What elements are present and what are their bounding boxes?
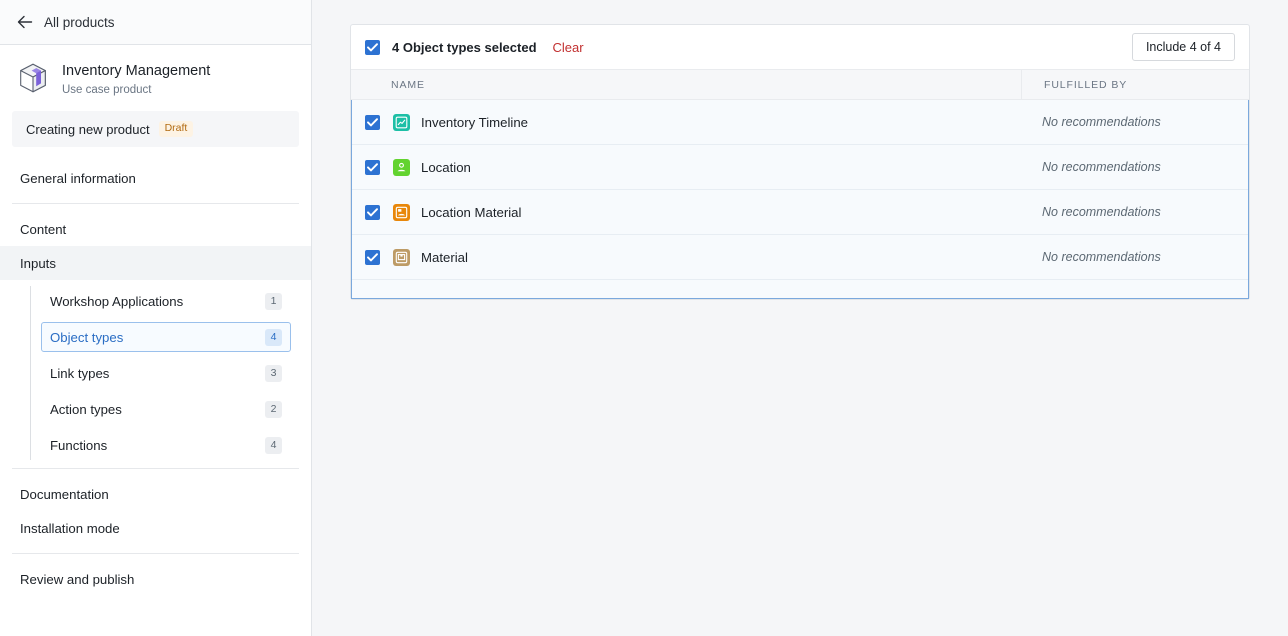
- table-header: NAME FULFILLED BY: [351, 70, 1249, 100]
- sidebar-item-workshop-applications[interactable]: Workshop Applications 1: [41, 286, 291, 316]
- location-pin-icon: [393, 158, 410, 176]
- table-row[interactable]: Location No recommendations: [352, 145, 1248, 190]
- creating-new-product-status[interactable]: Creating new product Draft: [12, 111, 299, 147]
- main-content: 4 Object types selected Clear Include 4 …: [312, 0, 1288, 636]
- material-box-icon: [393, 248, 410, 266]
- row-main: Material: [352, 248, 1020, 266]
- sidebar-subitem-label: Link types: [50, 365, 110, 381]
- table-row[interactable]: Inventory Timeline No recommendations: [352, 100, 1248, 145]
- sidebar-item-link-types[interactable]: Link types 3: [41, 358, 291, 388]
- sidebar: All products Inventory Management Use ca…: [0, 0, 312, 636]
- table-body: Inventory Timeline No recommendations Lo…: [351, 100, 1249, 299]
- product-title: Inventory Management: [62, 63, 211, 79]
- row-fulfilled-by: No recommendations: [1042, 250, 1161, 264]
- row-name: Material: [421, 249, 468, 265]
- sidebar-subitem-label: Functions: [50, 437, 108, 453]
- sidebar-subitem-count: 4: [265, 436, 282, 454]
- timeline-chart-glyph: [395, 116, 408, 128]
- table-row[interactable]: Location Material No recommendations: [352, 190, 1248, 235]
- sidebar-item-review-and-publish[interactable]: Review and publish: [0, 562, 311, 596]
- row-name: Inventory Timeline: [421, 114, 529, 130]
- row-checkbox[interactable]: [365, 204, 380, 220]
- nav-divider: [12, 203, 299, 204]
- check-icon: [367, 252, 378, 261]
- sidebar-subnav: Workshop Applications 1 Object types 4 L…: [30, 286, 311, 460]
- sidebar-subitem-count: 4: [265, 328, 282, 346]
- selection-title: 4 Object types selected: [392, 39, 537, 55]
- column-header-name: NAME: [391, 78, 425, 91]
- row-main: Location: [352, 158, 1020, 176]
- sidebar-subitem-label: Action types: [50, 401, 122, 417]
- timeline-chart-icon: [393, 113, 410, 131]
- sidebar-subitem-count: 2: [265, 400, 282, 418]
- sidebar-item-inputs[interactable]: Inputs: [0, 246, 311, 280]
- sidebar-item-content[interactable]: Content: [0, 212, 311, 246]
- sidebar-item-action-types[interactable]: Action types 2: [41, 394, 291, 424]
- row-checkbox[interactable]: [365, 159, 380, 175]
- sidebar-subitem-label: Workshop Applications: [50, 293, 184, 309]
- location-pin-glyph: [397, 162, 406, 171]
- check-icon: [367, 42, 378, 51]
- select-all-checkbox[interactable]: [365, 39, 380, 55]
- check-icon: [367, 117, 378, 126]
- product-header: Inventory Management Use case product: [0, 45, 311, 107]
- table-body-padding: [352, 280, 1248, 298]
- app-root: All products Inventory Management Use ca…: [0, 0, 1288, 636]
- back-to-all-products[interactable]: All products: [0, 0, 311, 45]
- sidebar-subitem-count: 1: [265, 292, 282, 310]
- row-checkbox[interactable]: [365, 114, 380, 130]
- sidebar-nav: General information Content Inputs Works…: [0, 161, 311, 596]
- material-box-glyph: [395, 251, 408, 263]
- selection-toolbar: 4 Object types selected Clear Include 4 …: [351, 25, 1249, 70]
- row-name: Location Material: [421, 204, 522, 220]
- sidebar-item-functions[interactable]: Functions 4: [41, 430, 291, 460]
- row-fulfilled-by: No recommendations: [1042, 160, 1161, 174]
- arrow-left-icon: [17, 15, 33, 29]
- cube-product-icon: [20, 63, 46, 93]
- sidebar-subitem-label: Object types: [50, 329, 124, 345]
- row-fulfilled-by: No recommendations: [1042, 115, 1161, 129]
- include-button[interactable]: Include 4 of 4: [1131, 33, 1235, 61]
- row-main: Location Material: [352, 203, 1020, 221]
- clear-selection-link[interactable]: Clear: [553, 40, 584, 55]
- nav-divider: [12, 553, 299, 554]
- back-label: All products: [44, 14, 115, 30]
- check-icon: [367, 162, 378, 171]
- check-icon: [367, 207, 378, 216]
- sidebar-subitem-count: 3: [265, 364, 282, 382]
- object-types-panel: 4 Object types selected Clear Include 4 …: [350, 24, 1250, 300]
- column-header-fulfilled-by: FULFILLED BY: [1021, 70, 1249, 99]
- location-material-glyph: [395, 206, 408, 218]
- sidebar-item-documentation[interactable]: Documentation: [0, 477, 311, 511]
- sidebar-item-general-information[interactable]: General information: [0, 161, 311, 195]
- status-text: Creating new product: [26, 121, 150, 137]
- object-types-table: NAME FULFILLED BY Inventory Timeline No …: [351, 70, 1249, 299]
- nav-divider: [12, 468, 299, 469]
- row-main: Inventory Timeline: [352, 113, 1020, 131]
- table-row[interactable]: Material No recommendations: [352, 235, 1248, 280]
- location-material-icon: [393, 203, 410, 221]
- sidebar-item-installation-mode[interactable]: Installation mode: [0, 511, 311, 545]
- status-badge: Draft: [158, 121, 194, 137]
- row-name: Location: [421, 159, 471, 175]
- sidebar-item-object-types[interactable]: Object types 4: [41, 322, 291, 352]
- row-checkbox[interactable]: [365, 249, 380, 265]
- product-subtitle: Use case product: [62, 84, 152, 96]
- row-fulfilled-by: No recommendations: [1042, 205, 1161, 219]
